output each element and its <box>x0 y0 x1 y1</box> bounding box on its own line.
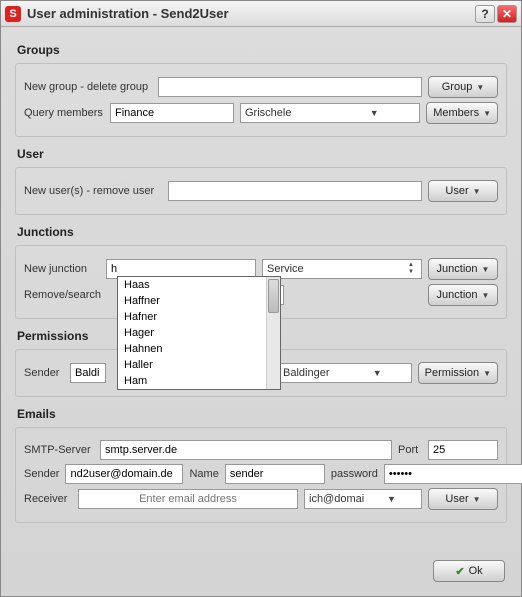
service-combo[interactable]: Service ▲▼ <box>262 259 422 279</box>
autocomplete-option[interactable]: Haller <box>118 357 280 373</box>
close-icon: ✕ <box>502 7 512 21</box>
chevron-down-icon: ▼ <box>482 291 490 300</box>
app-icon: S <box>5 6 21 22</box>
port-label: Port <box>398 444 422 456</box>
window-title: User administration - Send2User <box>27 6 473 21</box>
receiver-label: Receiver <box>24 493 72 505</box>
junction-button-2[interactable]: Junction ▼ <box>428 284 498 306</box>
check-icon: ✔ <box>455 565 464 578</box>
section-title-user: User <box>15 141 507 167</box>
smtp-input[interactable] <box>100 440 392 460</box>
permission-button-label: Permission <box>425 367 479 379</box>
pm-sender-input[interactable] <box>70 363 106 383</box>
ok-button-label: Ok <box>469 565 483 577</box>
em-password-input[interactable] <box>384 464 522 484</box>
junction-button[interactable]: Junction ▼ <box>428 258 498 280</box>
remove-search-label: Remove/search <box>24 289 100 301</box>
service-combo-value: Service <box>267 263 403 275</box>
section-title-groups: Groups <box>15 37 507 63</box>
spinner-icon[interactable]: ▲▼ <box>403 262 419 276</box>
chevron-down-icon: ▼ <box>331 108 417 118</box>
new-group-label: New group - delete group <box>24 81 152 93</box>
autocomplete-option[interactable]: Haffner <box>118 293 280 309</box>
receiver-combo-value: ich@domain.de <box>309 493 364 505</box>
close-button[interactable]: ✕ <box>497 5 517 23</box>
query-members-label: Query members <box>24 107 104 119</box>
scrollbar[interactable] <box>266 277 280 389</box>
query-members-combo-value: Grischele <box>245 107 331 119</box>
content: Groups New group - delete group Group ▼ … <box>1 27 521 596</box>
autocomplete-option[interactable]: Haas <box>118 277 280 293</box>
new-users-input[interactable] <box>168 181 422 201</box>
autocomplete-option[interactable]: Ham <box>118 373 280 389</box>
new-users-label: New user(s) - remove user <box>24 185 162 197</box>
autocomplete-option[interactable]: Hahnen <box>118 341 280 357</box>
pm-sender-combo[interactable]: Baldinger ▼ <box>278 363 412 383</box>
permission-button[interactable]: Permission ▼ <box>418 362 498 384</box>
help-button[interactable]: ? <box>475 5 495 23</box>
section-title-emails: Emails <box>15 401 507 427</box>
autocomplete-dropdown: HaasHaffnerHafnerHagerHahnenHallerHam <box>117 276 281 390</box>
junction-button-2-label: Junction <box>437 289 478 301</box>
chevron-down-icon: ▼ <box>473 495 481 504</box>
smtp-label: SMTP-Server <box>24 444 94 456</box>
scrollbar-thumb[interactable] <box>268 279 279 313</box>
em-sender-label: Sender <box>24 468 59 480</box>
chevron-down-icon: ▼ <box>364 494 419 504</box>
ok-button[interactable]: ✔ Ok <box>433 560 505 582</box>
chevron-down-icon: ▼ <box>473 187 481 196</box>
members-button-label: Members <box>433 107 479 119</box>
em-name-input[interactable] <box>225 464 325 484</box>
receiver-input[interactable] <box>78 489 298 509</box>
chevron-down-icon: ▼ <box>476 83 484 92</box>
chevron-down-icon: ▼ <box>482 265 490 274</box>
user-button-label: User <box>445 185 468 197</box>
port-input[interactable] <box>428 440 498 460</box>
query-members-input[interactable] <box>110 103 234 123</box>
group-button-label: Group <box>442 81 473 93</box>
pm-sender-combo-value: Baldinger <box>283 367 346 379</box>
em-password-label: password <box>331 468 378 480</box>
chevron-down-icon: ▼ <box>483 369 491 378</box>
section-emails: Emails SMTP-Server Port Sender Name pass… <box>15 401 507 523</box>
user-button[interactable]: User ▼ <box>428 180 498 202</box>
chevron-down-icon: ▼ <box>483 109 491 118</box>
titlebar: S User administration - Send2User ? ✕ <box>1 1 521 27</box>
section-groups: Groups New group - delete group Group ▼ … <box>15 37 507 137</box>
members-button[interactable]: Members ▼ <box>426 102 498 124</box>
new-group-input[interactable] <box>158 77 422 97</box>
group-button[interactable]: Group ▼ <box>428 76 498 98</box>
em-name-label: Name <box>189 468 218 480</box>
section-user: User New user(s) - remove user User ▼ <box>15 141 507 215</box>
autocomplete-option[interactable]: Hafner <box>118 309 280 325</box>
pm-sender-label: Sender <box>24 367 64 379</box>
receiver-combo[interactable]: ich@domain.de ▼ <box>304 489 422 509</box>
em-user-button-label: User <box>445 493 468 505</box>
query-members-combo[interactable]: Grischele ▼ <box>240 103 420 123</box>
junction-button-label: Junction <box>437 263 478 275</box>
em-sender-input[interactable] <box>65 464 183 484</box>
chevron-down-icon: ▼ <box>346 368 409 378</box>
autocomplete-option[interactable]: Hager <box>118 325 280 341</box>
new-junction-label: New junction <box>24 263 100 275</box>
section-title-junctions: Junctions <box>15 219 507 245</box>
dialog-user-administration: S User administration - Send2User ? ✕ Gr… <box>0 0 522 597</box>
em-user-button[interactable]: User ▼ <box>428 488 498 510</box>
